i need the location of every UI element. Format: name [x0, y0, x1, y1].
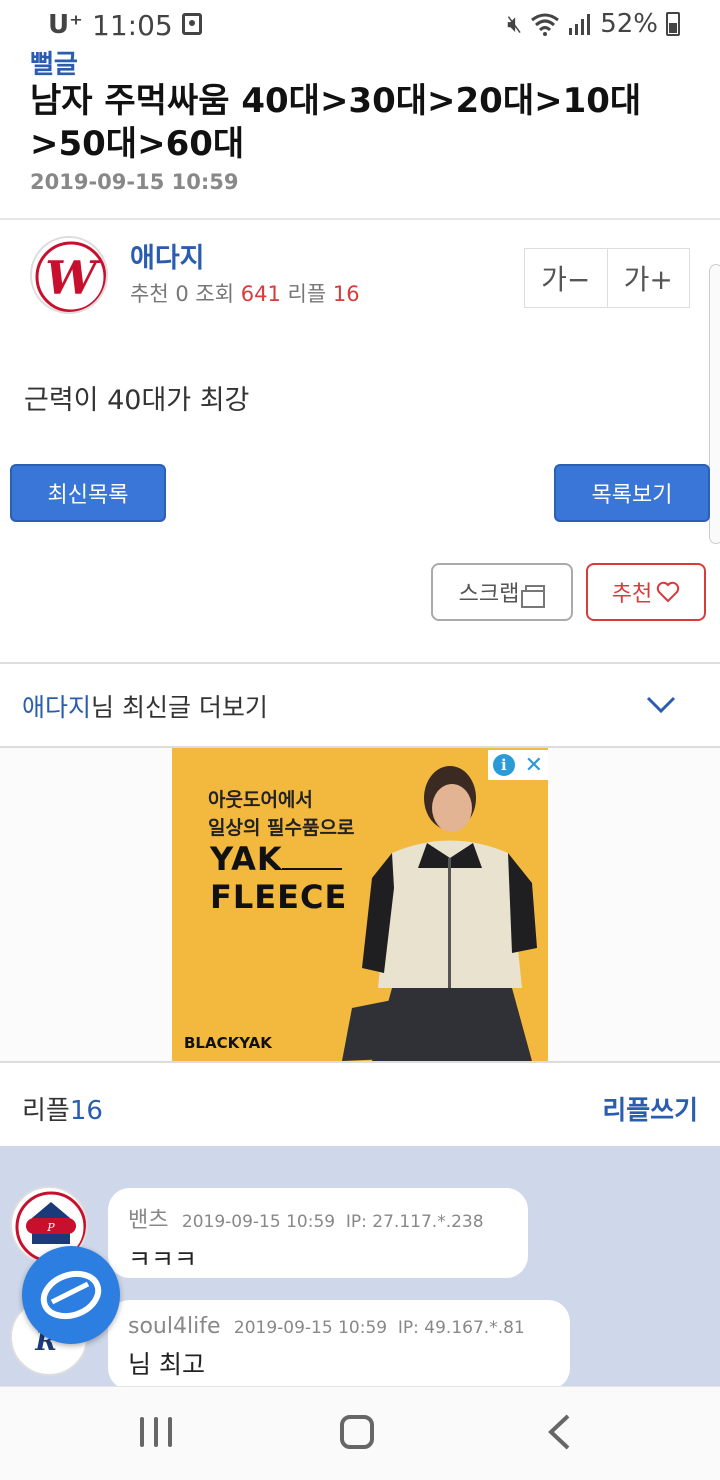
- reply-label: 리플: [22, 1096, 70, 1126]
- status-icons: 🔇︎ 52%: [507, 9, 680, 39]
- scrap-label: 스크랩: [458, 582, 520, 607]
- divider: [0, 1061, 720, 1063]
- svg-text:W: W: [45, 251, 101, 305]
- font-decrease-button[interactable]: 가−: [525, 249, 607, 307]
- author-avatar[interactable]: W: [30, 236, 108, 314]
- more-posts-toggle[interactable]: 애다지님 최신글 더보기: [22, 688, 268, 724]
- write-reply-button[interactable]: 리플쓰기: [602, 1090, 698, 1127]
- signal-icon: [569, 14, 591, 35]
- comment-time: 2019-09-15 10:59: [181, 1212, 336, 1232]
- divider: [0, 218, 720, 220]
- ad-headline-line2: FLEECE: [210, 878, 348, 916]
- views-label: 조회: [195, 282, 235, 306]
- scrap-icon: [521, 585, 546, 608]
- replies-label: 리플: [287, 282, 327, 306]
- ad-close-icon[interactable]: ✕: [525, 753, 543, 778]
- svg-text:P: P: [46, 1221, 55, 1234]
- ad-model-image: [342, 766, 537, 1061]
- views-count: 641: [240, 282, 281, 306]
- chevron-down-icon[interactable]: [646, 690, 676, 720]
- comment-text: 님 최고: [128, 1350, 205, 1379]
- recent-apps-icon[interactable]: [140, 1417, 172, 1447]
- reply-count: 리플16: [22, 1090, 103, 1127]
- more-posts-author: 애다지: [22, 693, 92, 722]
- replies-count: 16: [332, 282, 360, 306]
- comment-item: soul4life 2019-09-15 10:59 IP: 49.167.*.…: [108, 1300, 570, 1390]
- ad-logo: BLACKYAK: [184, 1034, 272, 1052]
- comment-ip: IP: 49.167.*.81: [397, 1318, 525, 1338]
- comment-meta: soul4life 2019-09-15 10:59 IP: 49.167.*.…: [128, 1314, 550, 1339]
- status-bar: U⁺ 11:05 🔇︎ 52%: [0, 0, 720, 48]
- nationals-logo-icon: W: [35, 241, 106, 312]
- mute-icon: 🔇︎: [507, 10, 523, 38]
- carrier-label: U⁺: [48, 10, 83, 40]
- comment-nick[interactable]: 밴츠: [128, 1208, 168, 1233]
- post-title: 남자 주먹싸움 40대>30대>20대>10대>50대>60대: [30, 81, 642, 164]
- ad-headline: YAK FLEECE: [210, 840, 347, 916]
- floating-menu-button[interactable]: [22, 1246, 120, 1344]
- ad-banner[interactable]: 아웃도어에서 일상의 필수품으로 YAK FLEECE BLACKYAK i ✕: [172, 748, 548, 1061]
- rec-label: 추천: [130, 282, 169, 306]
- comment-nick[interactable]: soul4life: [128, 1314, 220, 1339]
- more-posts-label: 님 최신글 더보기: [91, 693, 268, 722]
- post-stats: 추천 0 조회 641 리플 16: [130, 278, 360, 308]
- board-name[interactable]: 뻘글: [30, 44, 78, 81]
- comment-time: 2019-09-15 10:59: [233, 1318, 388, 1338]
- recommend-button[interactable]: 추천: [586, 563, 706, 621]
- ad-info-icon[interactable]: i: [492, 754, 515, 776]
- latest-list-button[interactable]: 최신목록: [10, 464, 166, 522]
- battery-percent: 52%: [600, 9, 658, 39]
- reply-count-value: 16: [69, 1096, 103, 1126]
- scrollbar[interactable]: [709, 264, 720, 544]
- font-increase-button[interactable]: 가+: [606, 249, 690, 307]
- rec-count: 0: [175, 282, 189, 306]
- battery-icon: [666, 12, 680, 36]
- clock: 11:05: [92, 9, 173, 42]
- post-date: 2019-09-15 10:59: [30, 170, 239, 194]
- home-icon[interactable]: [340, 1415, 374, 1449]
- post-body: 근력이 40대가 최강: [24, 385, 250, 416]
- recommend-label: 추천: [611, 582, 653, 607]
- app-logo-icon: [40, 1270, 102, 1320]
- font-size-control: 가− 가+: [524, 248, 690, 308]
- heart-icon: [657, 581, 680, 603]
- comment-meta: 밴츠 2019-09-15 10:59 IP: 27.117.*.238: [128, 1202, 508, 1234]
- comment-text: ㅋㅋㅋ: [128, 1245, 198, 1274]
- wifi-icon: [531, 13, 560, 36]
- media-icon: [182, 13, 202, 35]
- ad-headline-line1: YAK: [210, 840, 283, 878]
- view-list-button[interactable]: 목록보기: [554, 464, 710, 522]
- ad-controls: i ✕: [488, 750, 548, 780]
- scrap-button[interactable]: 스크랩: [431, 563, 573, 621]
- divider: [0, 662, 720, 664]
- comment-ip: IP: 27.117.*.238: [345, 1212, 484, 1232]
- back-icon[interactable]: [546, 1413, 572, 1451]
- system-nav-bar: [0, 1386, 720, 1480]
- comment-item: 밴츠 2019-09-15 10:59 IP: 27.117.*.238 ㅋㅋㅋ: [108, 1188, 528, 1278]
- author-name[interactable]: 애다지: [130, 236, 205, 275]
